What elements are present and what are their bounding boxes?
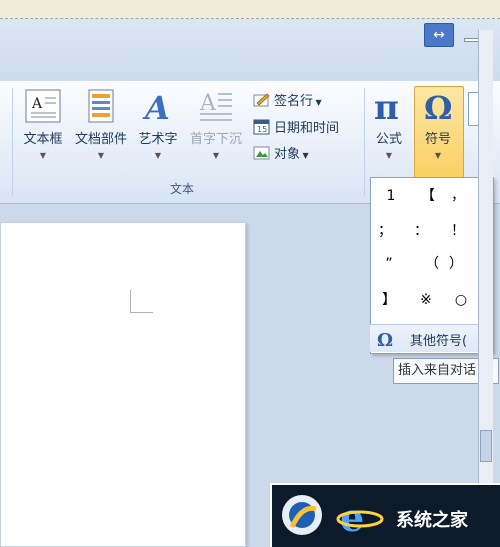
symbol-cell[interactable]: ： — [406, 219, 436, 243]
omega-icon: Ω — [377, 330, 393, 349]
symbol-button[interactable]: Ω 符号 ▼ — [414, 88, 462, 160]
svg-text:Ω: Ω — [424, 89, 452, 124]
drop-cap-label: 首字下沉 — [189, 132, 242, 147]
symbol-cell[interactable]: ※ — [411, 288, 441, 312]
pi-icon: π — [374, 88, 399, 124]
svg-text:A: A — [31, 96, 43, 112]
svg-text:A: A — [199, 91, 217, 116]
more-symbols-item[interactable]: Ω 其他符号( — [370, 324, 492, 352]
scroll-thumb[interactable] — [480, 430, 492, 462]
signature-line-label: 签名行 — [274, 94, 314, 109]
watermark-text: 系统之家 — [396, 510, 468, 531]
drop-cap-icon: A — [199, 91, 232, 121]
symbol-cell[interactable]: ） — [441, 252, 471, 276]
symbol-cell[interactable]: ， — [443, 184, 473, 208]
more-symbols-label: 其他符号( — [410, 334, 468, 349]
formula-button[interactable]: π 公式 ▼ — [368, 88, 410, 160]
signature-line-button[interactable]: 签名行 ▼ — [253, 90, 322, 109]
svg-text:Ω: Ω — [377, 330, 393, 349]
group-separator — [12, 88, 13, 196]
date-time-button[interactable]: 15 日期和时间 — [253, 117, 339, 136]
doc-parts-button[interactable]: 文档部件 ▼ — [70, 88, 132, 160]
word-art-button[interactable]: A 艺术字 ▼ — [134, 88, 182, 160]
symbol-cell[interactable]: ○ — [446, 288, 476, 312]
chevron-down-icon: ▼ — [300, 151, 309, 160]
text-box-label: 文本框 — [23, 132, 63, 147]
drop-cap-button[interactable]: A 首字下沉 ▼ — [185, 88, 247, 160]
vertical-scrollbar[interactable] — [478, 30, 493, 545]
document-page[interactable] — [0, 222, 246, 547]
chevron-down-icon: ▼ — [385, 151, 393, 160]
object-button[interactable]: 对象 ▼ — [253, 143, 309, 162]
symbol-cell[interactable]: 1 — [376, 184, 406, 208]
chevron-down-icon: ▼ — [97, 151, 105, 160]
object-icon — [253, 146, 270, 160]
date-time-label: 日期和时间 — [274, 121, 340, 136]
page-corner-mark — [130, 290, 153, 313]
chevron-down-icon: ▼ — [434, 151, 442, 160]
doc-parts-label: 文档部件 — [74, 132, 127, 147]
collapse-ribbon-button[interactable]: ↔ — [424, 23, 454, 47]
symbol-cell[interactable]: 【 — [413, 184, 443, 208]
logo-icon — [282, 495, 322, 535]
word-art-label: 艺术字 — [138, 132, 178, 147]
text-box-button[interactable]: A 文本框 ▼ — [18, 88, 68, 160]
svg-text:15: 15 — [257, 125, 267, 134]
doc-parts-icon — [88, 89, 114, 123]
signature-pen-icon — [253, 93, 270, 107]
chevron-down-icon: ▼ — [212, 151, 220, 160]
text-box-icon: A — [25, 89, 61, 123]
omega-icon: Ω — [424, 89, 452, 124]
svg-text:π: π — [374, 88, 399, 124]
calendar-icon: 15 — [253, 119, 270, 135]
object-label: 对象 — [274, 147, 301, 162]
svg-text:e: e — [340, 495, 364, 539]
group-separator — [364, 88, 365, 196]
word-art-icon: A — [142, 89, 170, 124]
chevron-down-icon: ▼ — [39, 151, 47, 160]
symbol-cell[interactable]: 】 — [374, 288, 404, 312]
symbol-cell[interactable]: ！ — [443, 219, 473, 243]
double-arrow-icon: ↔ — [433, 27, 445, 43]
ie-logo-icon: e — [336, 495, 384, 539]
symbol-cell[interactable]: ； — [370, 219, 400, 243]
symbol-label: 符号 — [424, 132, 451, 147]
formula-label: 公式 — [375, 132, 402, 147]
chevron-down-icon: ▼ — [313, 98, 322, 107]
text-group-label: 文本 — [170, 182, 195, 196]
svg-text:A: A — [142, 89, 170, 124]
top-strip — [0, 0, 500, 19]
chevron-down-icon: ▼ — [154, 151, 162, 160]
symbol-cell[interactable]: ” — [374, 252, 404, 276]
